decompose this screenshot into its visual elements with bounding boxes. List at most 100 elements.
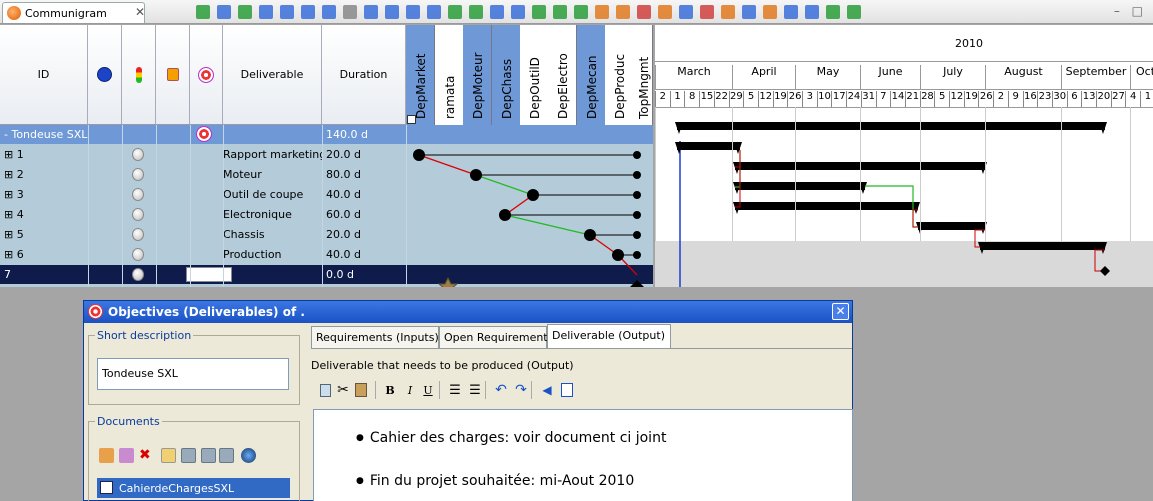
format-toolbar: ✂ B I U ☰ ☰ ↶ ↷ ◀ — [311, 381, 841, 401]
milestone-diamond-icon — [1100, 266, 1110, 276]
collapse-icon[interactable] — [469, 5, 483, 19]
report-icon[interactable] — [742, 5, 756, 19]
gantt-bar[interactable] — [735, 202, 918, 210]
preview-icon[interactable] — [259, 5, 273, 19]
outline-icon[interactable] — [217, 5, 231, 19]
window-controls[interactable]: – □ — [1114, 4, 1147, 18]
dependency-node — [499, 209, 511, 221]
resources-icon[interactable] — [658, 5, 672, 19]
gantt-gridline — [655, 107, 656, 241]
italic-button[interactable]: I — [403, 381, 417, 399]
bullet-list-icon[interactable]: ☰ — [447, 381, 463, 399]
underline-button[interactable]: U — [421, 381, 435, 399]
delete-document-icon[interactable]: ✖ — [139, 448, 154, 463]
tab-requirements-inputs[interactable]: Requirements (Inputs) — [311, 326, 439, 348]
globe-icon[interactable] — [595, 5, 609, 19]
cut-icon[interactable] — [322, 5, 336, 19]
preview-document-icon[interactable] — [161, 448, 176, 463]
open-document-icon[interactable] — [99, 448, 114, 463]
gantt-bar[interactable] — [918, 222, 985, 230]
copy-document-icon[interactable] — [219, 448, 234, 463]
export-document-icon[interactable] — [201, 448, 216, 463]
pie-chart-icon[interactable] — [700, 5, 714, 19]
short-description-input[interactable]: Tondeuse SXL — [97, 358, 289, 390]
gantt-gridline — [920, 107, 921, 241]
gantt-bars — [675, 122, 1110, 287]
dialog-title: Objectives (Deliverables) of . — [108, 305, 305, 319]
gantt-bar[interactable] — [677, 122, 1105, 130]
tab-open-requirements[interactable]: Open Requirements — [439, 326, 553, 348]
expand-icon[interactable] — [448, 5, 462, 19]
save-icon[interactable] — [561, 383, 573, 397]
dialog-title-bar[interactable]: Objectives (Deliverables) of . ✕ — [84, 301, 852, 323]
toolbar: Communigram ✕ – □ — [0, 0, 1153, 24]
tab-deliverable-output[interactable]: Deliverable (Output) — [547, 324, 671, 348]
documents-label: Documents — [95, 415, 162, 428]
calendar-week-icon[interactable] — [511, 5, 525, 19]
dependency-end-node — [633, 251, 641, 259]
gantt-chart[interactable]: 2010 March April May June July August Septembe… — [655, 25, 1153, 287]
documents-group: Documents ✖ CahierdeChargesSXL — [88, 415, 300, 501]
dependency-node — [413, 149, 425, 161]
gantt-gridline — [985, 107, 986, 241]
copy-icon[interactable] — [301, 5, 315, 19]
move-down-icon[interactable] — [385, 5, 399, 19]
cut-icon[interactable]: ✂ — [335, 381, 351, 399]
tab-label: Communigram — [25, 7, 107, 20]
bold-button[interactable]: B — [383, 381, 397, 399]
dependency-arrow — [418, 154, 477, 176]
filter-icon[interactable] — [196, 5, 210, 19]
star-icon[interactable] — [721, 5, 735, 19]
flow-icon[interactable] — [826, 5, 840, 19]
users-icon[interactable] — [679, 5, 693, 19]
network-icon[interactable] — [847, 5, 861, 19]
eraser-icon[interactable]: ◀ — [539, 381, 555, 399]
tab-close-button[interactable]: ✕ — [135, 5, 145, 19]
target-icon[interactable] — [637, 5, 651, 19]
gantt-icon[interactable] — [574, 5, 588, 19]
dependency-end-node — [633, 151, 641, 159]
gantt-gridline — [732, 107, 733, 241]
gantt-gridline — [860, 107, 861, 241]
numbered-list-icon[interactable]: ☰ — [467, 381, 483, 399]
gantt-gridline — [795, 107, 796, 241]
star-icon — [437, 276, 459, 287]
gantt-bar[interactable] — [677, 142, 740, 150]
gantt-gridline — [1130, 107, 1131, 241]
deliverables-grid: ID Deliverable Duration DepMarket ramata D… — [0, 25, 653, 287]
refresh-document-icon[interactable] — [241, 448, 256, 463]
indent-right-icon[interactable] — [427, 5, 441, 19]
link-icon[interactable] — [553, 5, 567, 19]
document-list-item[interactable]: CahierdeChargesSXL — [97, 478, 290, 498]
redo-icon[interactable]: ↷ — [513, 381, 529, 399]
trash-icon[interactable] — [238, 5, 252, 19]
short-description-group: Short description Tondeuse SXL — [88, 329, 300, 405]
milestone-diamond-icon — [630, 280, 644, 287]
copy-icon[interactable] — [319, 383, 331, 397]
gantt-bar[interactable] — [735, 182, 865, 190]
document-tab[interactable]: Communigram ✕ — [2, 2, 145, 23]
dependency-node — [470, 169, 482, 181]
zoom-icon[interactable] — [532, 5, 546, 19]
paste-icon[interactable] — [355, 383, 367, 397]
dependency-end-node — [633, 191, 641, 199]
link-document-icon[interactable] — [119, 448, 134, 463]
list-icon[interactable] — [763, 5, 777, 19]
move-up-icon[interactable] — [364, 5, 378, 19]
dialog-close-button[interactable]: ✕ — [832, 303, 849, 320]
indent-left-icon[interactable] — [406, 5, 420, 19]
undo-icon[interactable]: ↶ — [493, 381, 509, 399]
grid-icon[interactable] — [805, 5, 819, 19]
objectives-dialog: Objectives (Deliverables) of . ✕ Short d… — [83, 300, 853, 501]
objectives-icon[interactable] — [616, 5, 630, 19]
dependency-node — [612, 249, 624, 261]
deliverable-editor[interactable]: Cahier des charges: voir document ci joi… — [313, 409, 853, 501]
communigram-icon — [7, 6, 21, 20]
dependency-end-node — [633, 171, 641, 179]
paste-icon[interactable] — [343, 5, 357, 19]
table-icon[interactable] — [784, 5, 798, 19]
calendar-icon[interactable] — [490, 5, 504, 19]
print-icon[interactable] — [280, 5, 294, 19]
import-document-icon[interactable] — [181, 448, 196, 463]
gantt-bar[interactable] — [980, 242, 1105, 250]
